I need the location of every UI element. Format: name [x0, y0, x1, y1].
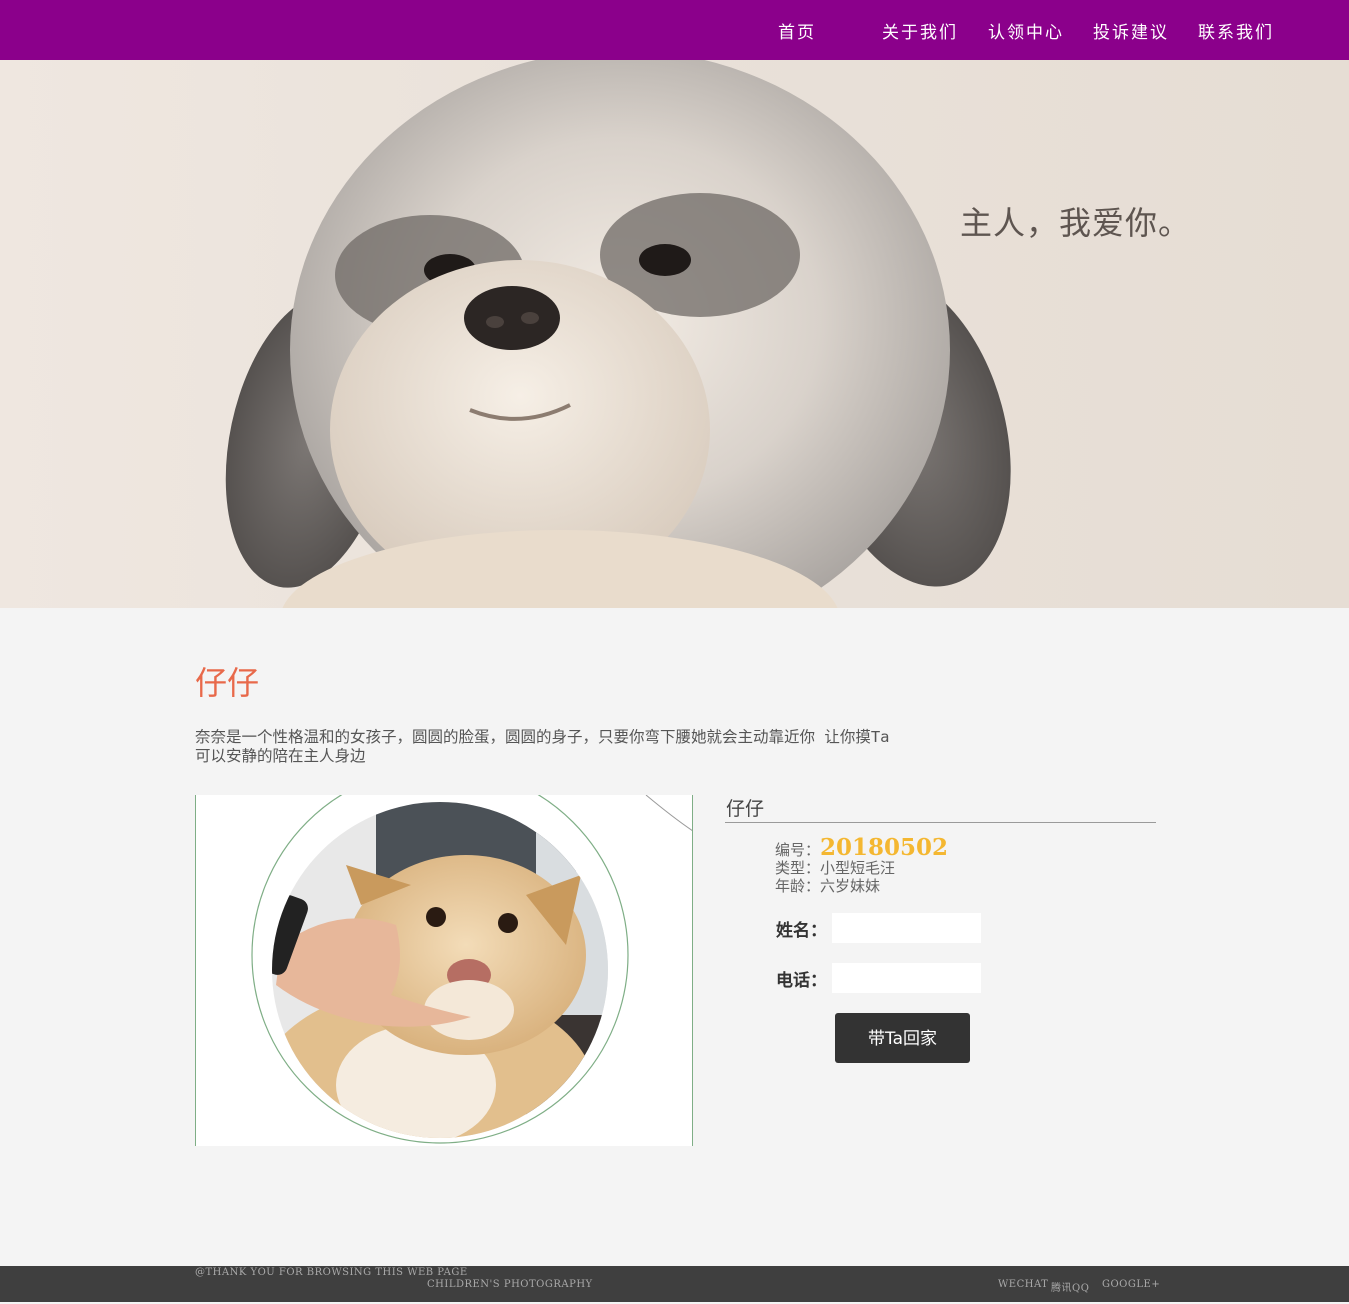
nav-about[interactable]: 关于我们 — [882, 18, 958, 43]
pet-photo — [251, 795, 692, 1144]
phone-label: 电话： — [776, 971, 827, 991]
nav-contact[interactable]: 联系我们 — [1198, 18, 1274, 43]
pet-age-row: 年龄：六岁妹妹 — [775, 875, 880, 896]
footer-link-google[interactable]: GOOGLE+ — [1102, 1279, 1160, 1290]
hero-dog-image — [225, 60, 1011, 608]
pet-card-title: 仔仔 — [725, 794, 1156, 823]
footer-subtitle: CHILDREN'S PHOTOGRAPHY — [427, 1279, 593, 1290]
pet-age-value: 六岁妹妹 — [820, 877, 881, 895]
nav-home[interactable]: 首页 — [778, 18, 816, 43]
pet-age-label: 年龄： — [775, 877, 821, 895]
name-input[interactable] — [832, 913, 981, 943]
pet-photo-frame — [195, 795, 693, 1146]
top-navbar: 首页 关于我们 认领中心 投诉建议 联系我们 — [0, 0, 1349, 60]
footer-link-wechat[interactable]: WECHAT — [998, 1279, 1048, 1290]
nav-adoption-center[interactable]: 认领中心 — [988, 18, 1064, 43]
footer: @THANK YOU FOR BROWSING THIS WEB PAGE CH… — [0, 1266, 1349, 1302]
footer-link-qq[interactable]: 腾讯QQ — [1051, 1279, 1089, 1294]
footer-thanks: @THANK YOU FOR BROWSING THIS WEB PAGE — [195, 1267, 468, 1278]
phone-input[interactable] — [832, 963, 981, 993]
pet-description: 奈奈是一个性格温和的女孩子，圆圆的脸蛋，圆圆的身子，只要你弯下腰她就会主动靠近你… — [195, 728, 890, 765]
hero-caption: 主人，我爱你。 — [960, 204, 1192, 242]
take-home-button[interactable]: 带Ta回家 — [835, 1013, 970, 1063]
hero-banner: 主人，我爱你。 — [0, 60, 1349, 608]
nav-complaints[interactable]: 投诉建议 — [1093, 18, 1169, 43]
pet-title: 仔仔 — [195, 664, 260, 702]
name-label: 姓名： — [776, 921, 827, 941]
